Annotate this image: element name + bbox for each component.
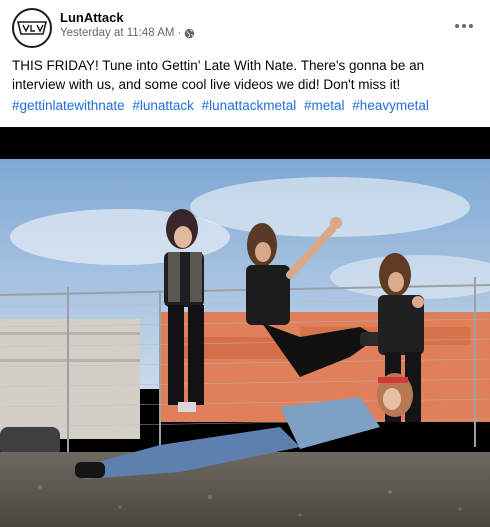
hashtag-link[interactable]: #lunattackmetal (202, 98, 297, 113)
meta-separator: · (177, 27, 182, 39)
post-header: LunAttack Yesterday at 11:48 AM · (0, 0, 490, 52)
hashtag-link[interactable]: #metal (304, 98, 345, 113)
post-hashtags: #gettinlatewithnate #lunattack #lunattac… (12, 96, 480, 115)
hashtag-link[interactable]: #heavymetal (352, 98, 429, 113)
post-meta: Yesterday at 11:48 AM · (60, 27, 195, 39)
more-options-dot (462, 24, 466, 28)
hashtag-link[interactable]: #gettinlatewithnate (12, 98, 125, 113)
page-avatar[interactable] (12, 8, 52, 48)
hashtag-link[interactable]: #lunattack (132, 98, 194, 113)
globe-icon[interactable] (184, 28, 195, 39)
more-options-icon (455, 24, 459, 28)
page-name-link[interactable]: LunAttack (60, 10, 124, 25)
post-body-text: THIS FRIDAY! Tune into Gettin' Late With… (12, 58, 425, 92)
post-timestamp[interactable]: Yesterday at 11:48 AM (60, 27, 174, 39)
more-options-dot (469, 24, 473, 28)
more-options-button[interactable] (452, 14, 476, 38)
band-photo-image (0, 127, 490, 527)
post-photo[interactable] (0, 127, 490, 527)
band-logo-icon (17, 21, 47, 35)
